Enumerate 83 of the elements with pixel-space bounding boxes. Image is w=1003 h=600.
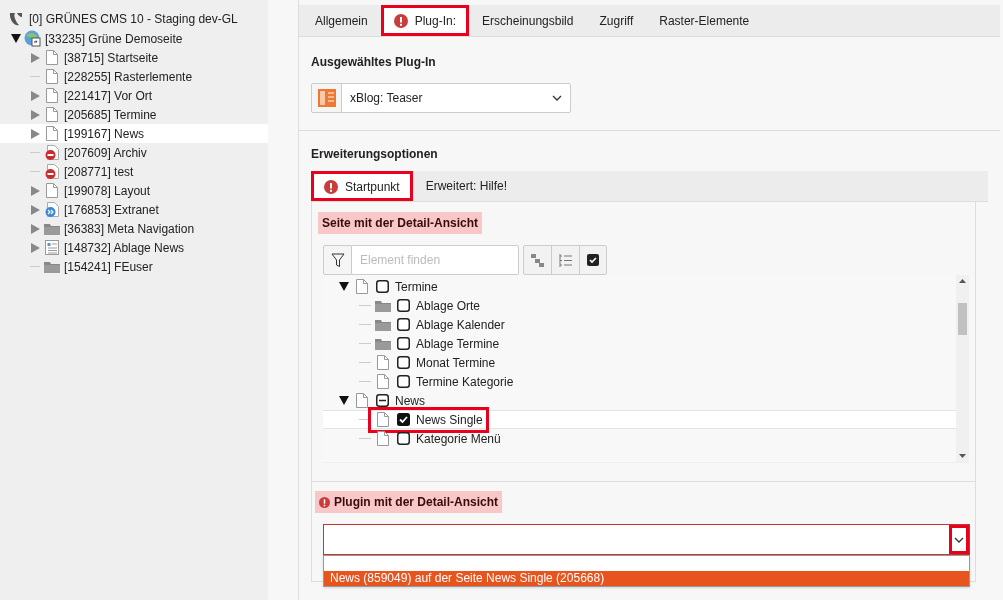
tree-item-label[interactable]: [199167] News bbox=[64, 124, 145, 143]
tree-structure-icon bbox=[531, 253, 544, 267]
page-icon bbox=[43, 69, 60, 84]
tab[interactable]: Startpunkt bbox=[311, 171, 413, 201]
checkbox-icon bbox=[587, 254, 599, 266]
tree-item-label[interactable]: Ablage Orte bbox=[416, 296, 481, 315]
page-icon bbox=[374, 355, 391, 370]
page-icon bbox=[353, 393, 370, 408]
collapse-arrow-icon[interactable] bbox=[337, 396, 351, 405]
checkbox[interactable] bbox=[397, 337, 410, 350]
field-label: Plugin mit der Detail-Ansicht bbox=[315, 491, 502, 513]
tree-item-label[interactable]: [199078] Layout bbox=[64, 181, 151, 200]
scrollbar-thumb[interactable] bbox=[958, 302, 967, 335]
caret-button[interactable] bbox=[949, 525, 969, 554]
checkbox[interactable] bbox=[376, 280, 389, 293]
scroll-up-arrow-icon[interactable] bbox=[959, 279, 966, 283]
error-icon bbox=[393, 14, 408, 28]
checkbox[interactable] bbox=[397, 318, 410, 331]
tree-item-label[interactable]: News Single bbox=[416, 410, 483, 429]
plugin-select[interactable] bbox=[323, 524, 970, 555]
page-icon bbox=[374, 431, 391, 446]
plugin-icon bbox=[317, 89, 336, 107]
tree-item-label[interactable]: Termine bbox=[395, 277, 438, 296]
filter-icon bbox=[330, 252, 345, 268]
scroll-down-arrow-icon[interactable] bbox=[959, 454, 966, 458]
page-icon bbox=[43, 183, 60, 198]
checkbox[interactable] bbox=[376, 394, 389, 407]
scrollbar[interactable] bbox=[956, 275, 969, 462]
page-icon bbox=[43, 126, 60, 141]
checkbox[interactable] bbox=[397, 413, 410, 426]
tree-item-label[interactable]: [176853] Extranet bbox=[64, 200, 159, 219]
logo-icon bbox=[8, 11, 23, 27]
error-icon bbox=[319, 496, 330, 508]
globe-icon bbox=[24, 30, 41, 47]
folder-icon bbox=[43, 260, 60, 273]
page-icon bbox=[43, 50, 60, 65]
tree-item-label[interactable]: Termine Kategorie bbox=[416, 372, 514, 391]
collapse-arrow-icon[interactable] bbox=[337, 282, 351, 291]
list-page-icon bbox=[43, 240, 60, 255]
folder-icon bbox=[374, 318, 391, 331]
hidden-page-icon bbox=[43, 163, 60, 180]
tree-item-label[interactable]: News bbox=[395, 391, 425, 410]
page-icon bbox=[374, 374, 391, 389]
checkbox[interactable] bbox=[397, 375, 410, 388]
tree-item-label[interactable]: [0] GRÜNES CMS 10 - Staging dev-GL bbox=[29, 10, 238, 28]
hidden-page-icon bbox=[43, 144, 60, 161]
tree-item-label[interactable]: Kategorie Menü bbox=[416, 429, 501, 448]
search-field[interactable]: Element finden bbox=[352, 245, 519, 275]
tab[interactable]: Plug-In: bbox=[380, 5, 470, 36]
page-icon bbox=[353, 279, 370, 294]
tree-item-label[interactable]: [221417] Vor Ort bbox=[64, 86, 153, 105]
page-icon bbox=[43, 88, 60, 103]
tree-item-label[interactable]: [207609] Archiv bbox=[64, 143, 147, 162]
dropdown-option[interactable]: News (859049) auf der Seite News Single (205668) bbox=[324, 571, 969, 586]
checkbox[interactable] bbox=[397, 432, 410, 445]
tree-item-label[interactable]: [148732] Ablage News bbox=[64, 238, 185, 257]
tree-item-label[interactable]: [205685] Termine bbox=[64, 105, 157, 124]
section-heading: Erweiterungsoptionen bbox=[311, 146, 439, 163]
tree-item-label[interactable]: [33235] Grüne Demoseite bbox=[45, 29, 183, 48]
caret-icon bbox=[954, 536, 964, 543]
field-label: Seite mit der Detail-Ansicht bbox=[318, 212, 483, 234]
plugin-select[interactable]: xBlog: Teaser bbox=[311, 83, 571, 113]
tree-item-label[interactable]: [38715] Startseite bbox=[64, 48, 159, 67]
folder-icon bbox=[374, 299, 391, 312]
tree-item-label[interactable]: [208771] test bbox=[64, 162, 134, 181]
tree-item-label[interactable]: Ablage Kalender bbox=[416, 315, 505, 334]
tree-item-label[interactable]: [228255] Rasterlemente bbox=[64, 67, 193, 86]
tree-item-label[interactable]: Ablage Termine bbox=[416, 334, 500, 353]
error-icon bbox=[324, 179, 338, 194]
checkbox[interactable] bbox=[397, 356, 410, 369]
tree-item-label[interactable]: [36383] Meta Navigation bbox=[64, 219, 195, 238]
section-heading: Ausgewähltes Plug-In bbox=[311, 54, 437, 71]
tree-item-label[interactable]: Monat Termine bbox=[416, 353, 496, 372]
checkbox[interactable] bbox=[397, 299, 410, 312]
folder-icon bbox=[43, 222, 60, 235]
filter-button[interactable] bbox=[323, 245, 352, 275]
shortcut-page-icon bbox=[43, 201, 60, 218]
page-icon bbox=[374, 412, 391, 427]
folder-icon bbox=[374, 337, 391, 350]
tree-item-label[interactable]: [154241] FEuser bbox=[64, 257, 153, 276]
page-icon bbox=[43, 107, 60, 122]
caret-icon bbox=[552, 95, 562, 101]
list-icon bbox=[559, 253, 572, 267]
